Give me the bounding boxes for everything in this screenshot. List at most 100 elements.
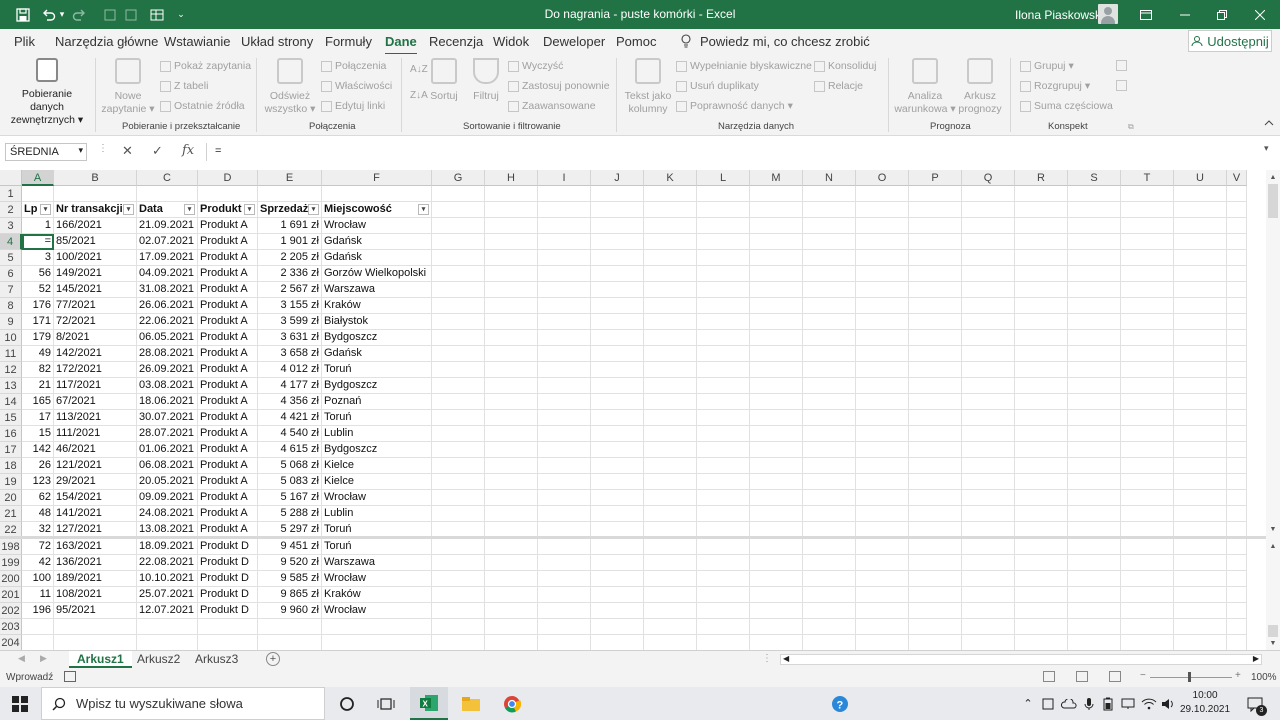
cell[interactable]: 52 (22, 282, 54, 298)
cell[interactable] (1068, 603, 1121, 619)
cell[interactable] (644, 474, 697, 490)
cell[interactable]: Warszawa (322, 282, 432, 298)
cell[interactable] (432, 603, 485, 619)
cell[interactable] (1174, 362, 1227, 378)
cell[interactable] (1068, 619, 1121, 635)
cell[interactable]: Produkt A (198, 426, 258, 442)
row-number[interactable]: 5 (0, 250, 22, 266)
cell[interactable] (432, 506, 485, 522)
cell[interactable] (1015, 186, 1068, 202)
cell[interactable]: Bydgoszcz (322, 330, 432, 346)
cell[interactable] (962, 490, 1015, 506)
cell[interactable] (591, 555, 644, 571)
cell[interactable] (962, 458, 1015, 474)
cell[interactable] (538, 426, 591, 442)
cell[interactable] (1174, 539, 1227, 555)
column-title-cell[interactable]: Lp ▾ (22, 202, 54, 218)
column-header-m[interactable]: M (750, 170, 803, 186)
cell[interactable] (909, 410, 962, 426)
cell[interactable] (538, 298, 591, 314)
cell[interactable] (962, 330, 1015, 346)
cell[interactable] (803, 571, 856, 587)
column-header-v[interactable]: V (1227, 170, 1247, 186)
cell[interactable] (909, 298, 962, 314)
cell[interactable] (538, 202, 591, 218)
cell[interactable] (1068, 282, 1121, 298)
cell[interactable] (750, 571, 803, 587)
cell[interactable] (22, 619, 54, 635)
cell[interactable] (538, 330, 591, 346)
cell[interactable] (750, 378, 803, 394)
cell[interactable]: Produkt A (198, 314, 258, 330)
cell[interactable]: 179 (22, 330, 54, 346)
cell[interactable] (538, 218, 591, 234)
cell[interactable] (803, 506, 856, 522)
cell[interactable] (644, 394, 697, 410)
cell[interactable] (1121, 298, 1174, 314)
cell[interactable]: 2 567 zł (258, 282, 322, 298)
horizontal-scrollbar[interactable]: ◀ ▶ (780, 654, 1262, 665)
cell[interactable] (750, 635, 803, 650)
cell[interactable] (962, 186, 1015, 202)
cell[interactable] (803, 426, 856, 442)
cell[interactable]: 171 (22, 314, 54, 330)
dialog-launcher-icon[interactable]: ⧉ (1128, 122, 1134, 132)
cell[interactable] (750, 346, 803, 362)
cell[interactable]: 21.09.2021 (137, 218, 198, 234)
cell[interactable]: 28.08.2021 (137, 346, 198, 362)
cell[interactable]: Produkt D (198, 603, 258, 619)
cell[interactable] (856, 394, 909, 410)
cell[interactable]: 77/2021 (54, 298, 137, 314)
cell[interactable]: 26 (22, 458, 54, 474)
chrome-icon[interactable] (493, 687, 531, 720)
cell[interactable] (1121, 202, 1174, 218)
cell[interactable]: Produkt A (198, 458, 258, 474)
cell[interactable]: Warszawa (322, 555, 432, 571)
cell[interactable] (1121, 186, 1174, 202)
scroll-up-lower-icon[interactable]: ▲ (1266, 541, 1280, 553)
cell[interactable] (538, 186, 591, 202)
cell[interactable]: 3 631 zł (258, 330, 322, 346)
row-number[interactable]: 3 (0, 218, 22, 234)
cell[interactable] (803, 234, 856, 250)
quick-icon-2[interactable] (124, 5, 138, 24)
cell[interactable] (1121, 362, 1174, 378)
cell[interactable] (962, 442, 1015, 458)
tray-icon-1[interactable] (1040, 687, 1056, 720)
cell[interactable]: Produkt A (198, 266, 258, 282)
cell[interactable] (1227, 635, 1247, 650)
cell[interactable]: Toruń (322, 362, 432, 378)
cell[interactable] (1121, 394, 1174, 410)
cell[interactable]: 8/2021 (54, 330, 137, 346)
zoom-slider[interactable] (1150, 677, 1232, 678)
cell[interactable] (1068, 234, 1121, 250)
cell[interactable]: 4 615 zł (258, 442, 322, 458)
cell[interactable] (1015, 635, 1068, 650)
cell[interactable] (697, 186, 750, 202)
cell[interactable] (750, 490, 803, 506)
cell[interactable] (909, 234, 962, 250)
whatif-button[interactable]: Analiza warunkowa ▾ (894, 58, 956, 116)
cell[interactable] (803, 362, 856, 378)
tray-expand-icon[interactable]: ⌃ (1021, 687, 1035, 720)
cell[interactable]: Produkt A (198, 346, 258, 362)
cell[interactable] (962, 218, 1015, 234)
cell[interactable] (856, 490, 909, 506)
cell[interactable]: Produkt A (198, 442, 258, 458)
cell[interactable] (591, 314, 644, 330)
remove-duplicates-button[interactable]: Usuń duplikaty (676, 80, 759, 92)
cell[interactable] (803, 378, 856, 394)
cell[interactable] (1227, 346, 1247, 362)
cell[interactable] (962, 571, 1015, 587)
cell[interactable] (909, 458, 962, 474)
row-number[interactable]: 18 (0, 458, 22, 474)
cell[interactable] (485, 298, 538, 314)
cell[interactable] (485, 314, 538, 330)
page-break-icon[interactable] (1109, 671, 1121, 682)
cell[interactable] (856, 266, 909, 282)
cell[interactable]: 4 012 zł (258, 362, 322, 378)
cell[interactable] (1174, 346, 1227, 362)
cell[interactable]: 2 205 zł (258, 250, 322, 266)
sheet-tab-arkusz2[interactable]: Arkusz2 (129, 651, 188, 668)
cell[interactable] (750, 506, 803, 522)
